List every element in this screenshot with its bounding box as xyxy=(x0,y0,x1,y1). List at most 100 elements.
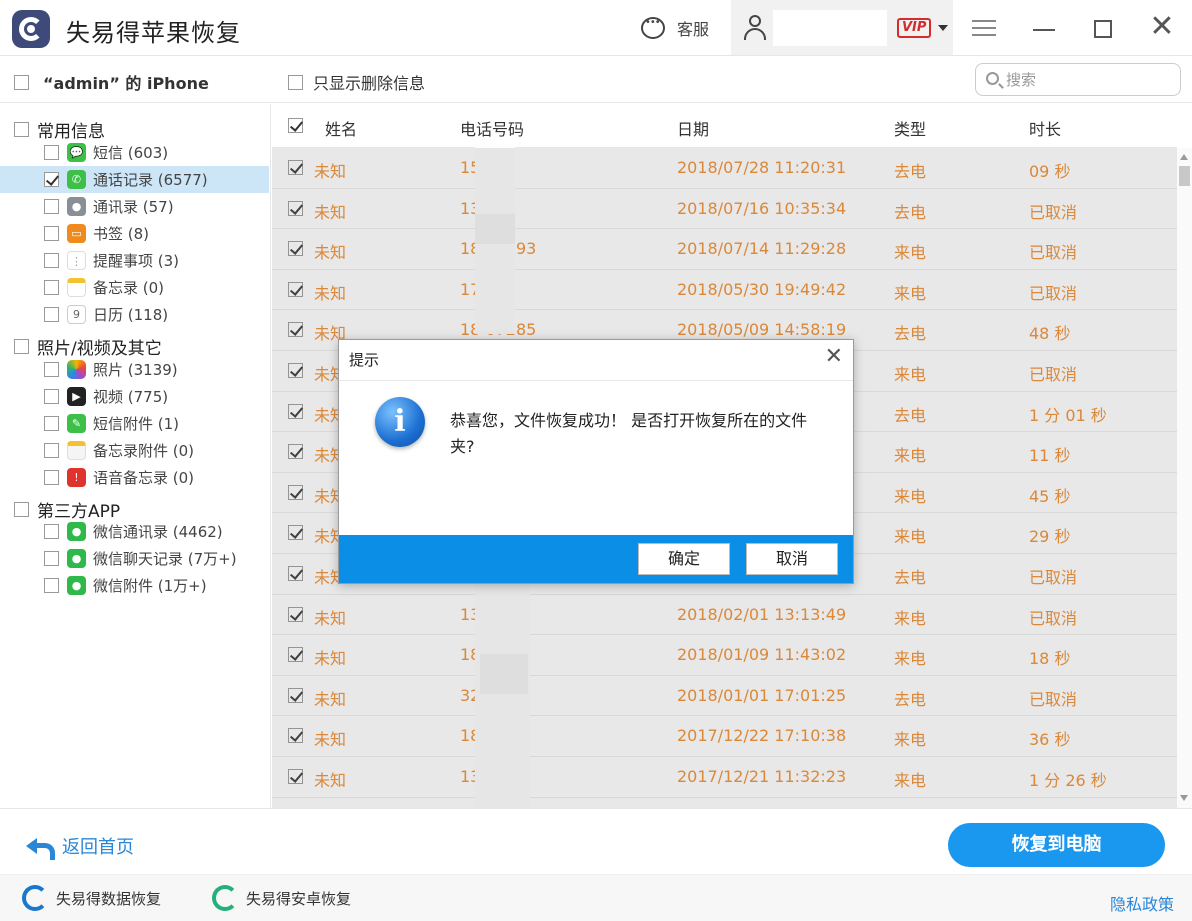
close-icon[interactable]: ✕ xyxy=(1149,12,1175,42)
item-checkbox[interactable] xyxy=(44,524,59,539)
privacy-policy-link[interactable]: 隐私政策 xyxy=(1110,891,1174,915)
scroll-down-icon[interactable] xyxy=(1180,795,1188,801)
notes-attachment-icon xyxy=(67,441,86,460)
vip-badge[interactable]: VIP xyxy=(897,18,932,38)
success-dialog: 提示 ✕ i 恭喜您，文件恢复成功！ 是否打开恢复所在的文件夹? 确定 取消 xyxy=(338,339,854,584)
scroll-thumb[interactable] xyxy=(1179,166,1190,186)
photos-icon xyxy=(67,360,86,379)
category-sidebar: 常用信息 💬 短信 (603) ✆ 通话记录 (6577) ● 通讯录 (57)… xyxy=(0,104,271,808)
group-checkbox[interactable] xyxy=(14,122,29,137)
item-checkbox[interactable] xyxy=(44,470,59,485)
wechat-contacts-icon: ● xyxy=(67,522,86,541)
confirm-button[interactable]: 确定 xyxy=(638,543,730,575)
sidebar-item-label: 书签 (8) xyxy=(93,225,150,243)
back-arrow-icon xyxy=(26,836,55,860)
contacts-icon: ● xyxy=(67,197,86,216)
sidebar-item-wechat-chats[interactable]: ● 微信聊天记录 (7万+) xyxy=(0,545,269,572)
header-phone[interactable]: 电话号码 xyxy=(460,116,524,140)
calendar-icon: 9 xyxy=(67,305,86,324)
search-box[interactable] xyxy=(975,63,1181,96)
only-deleted-checkbox[interactable] xyxy=(288,74,303,90)
device-select[interactable]: “admin” 的 iPhone xyxy=(14,70,209,94)
sidebar-item-messages[interactable]: 💬 短信 (603) xyxy=(0,139,269,166)
item-checkbox[interactable] xyxy=(44,443,59,458)
wechat-chat-icon: ● xyxy=(67,549,86,568)
item-checkbox[interactable] xyxy=(44,578,59,593)
only-deleted-toggle[interactable]: 只显示删除信息 xyxy=(288,70,425,94)
video-icon: ▶ xyxy=(67,387,86,406)
sidebar-item-notes-attachments[interactable]: 备忘录附件 (0) xyxy=(0,437,269,464)
sidebar-item-label: 短信 (603) xyxy=(93,144,169,162)
dialog-message: 恭喜您，文件恢复成功！ 是否打开恢复所在的文件夹? xyxy=(450,411,808,456)
sidebar-item-photos[interactable]: 照片 (3139) xyxy=(0,356,269,383)
sidebar-item-calendar[interactable]: 9 日历 (118) xyxy=(0,301,269,328)
sidebar-item-label: 提醒事项 (3) xyxy=(93,252,180,270)
only-deleted-label: 只显示删除信息 xyxy=(313,74,426,93)
user-icon[interactable] xyxy=(743,15,767,41)
item-checkbox[interactable] xyxy=(44,416,59,431)
item-checkbox[interactable] xyxy=(44,226,59,241)
dialog-close-icon[interactable]: ✕ xyxy=(825,344,843,369)
item-checkbox[interactable] xyxy=(44,253,59,268)
header-name[interactable]: 姓名 xyxy=(325,116,357,140)
group-checkbox[interactable] xyxy=(14,339,29,354)
sidebar-item-label: 微信通讯录 (4462) xyxy=(93,523,223,541)
sidebar-item-call-log[interactable]: ✆ 通话记录 (6577) xyxy=(0,166,269,193)
dialog-title: 提示 xyxy=(349,351,380,369)
sidebar-item-videos[interactable]: ▶ 视频 (775) xyxy=(0,383,269,410)
reminders-icon: ⋮ xyxy=(67,251,86,270)
item-checkbox[interactable] xyxy=(44,307,59,322)
data-recovery-logo-icon xyxy=(22,885,48,911)
messages-icon: 💬 xyxy=(67,143,86,162)
device-checkbox[interactable] xyxy=(14,74,29,90)
recover-to-computer-button[interactable]: 恢复到电脑 xyxy=(948,823,1165,867)
item-checkbox[interactable] xyxy=(44,389,59,404)
search-icon xyxy=(986,72,999,85)
header-date[interactable]: 日期 xyxy=(677,116,709,140)
sidebar-item-label: 视频 (775) xyxy=(93,388,169,406)
cancel-button[interactable]: 取消 xyxy=(746,543,838,575)
sidebar-item-wechat-contacts[interactable]: ● 微信通讯录 (4462) xyxy=(0,518,269,545)
user-name-field[interactable] xyxy=(773,10,887,46)
sidebar-item-contacts[interactable]: ● 通讯录 (57) xyxy=(0,193,269,220)
wechat-attachment-icon: ● xyxy=(67,576,86,595)
android-recovery-link[interactable]: 失易得安卓恢复 xyxy=(212,885,351,911)
title-bar: 失易得苹果恢复 客服 VIP ✕ xyxy=(0,0,1192,56)
item-checkbox[interactable] xyxy=(44,280,59,295)
dialog-footer: 确定 取消 xyxy=(339,535,853,583)
sidebar-item-label: 微信附件 (1万+) xyxy=(93,577,207,595)
sidebar-item-label: 微信聊天记录 (7万+) xyxy=(93,550,237,568)
sidebar-item-voice-memos[interactable]: ! 语音备忘录 (0) xyxy=(0,464,269,491)
item-checkbox[interactable] xyxy=(44,551,59,566)
item-checkbox[interactable] xyxy=(44,362,59,377)
bookmark-icon: ▭ xyxy=(67,224,86,243)
search-input[interactable] xyxy=(1006,68,1166,92)
sidebar-item-label: 短信附件 (1) xyxy=(93,415,180,433)
group-checkbox[interactable] xyxy=(14,502,29,517)
item-checkbox[interactable] xyxy=(44,172,59,187)
data-recovery-label: 失易得数据恢复 xyxy=(56,889,162,908)
table-scrollbar[interactable] xyxy=(1177,148,1192,808)
data-recovery-link[interactable]: 失易得数据恢复 xyxy=(22,885,161,911)
item-checkbox[interactable] xyxy=(44,199,59,214)
chevron-down-icon[interactable] xyxy=(938,25,948,31)
maximize-icon[interactable] xyxy=(1094,20,1112,38)
minimize-icon[interactable] xyxy=(1033,29,1055,31)
sidebar-item-notes[interactable]: 备忘录 (0) xyxy=(0,274,269,301)
back-home-link[interactable]: 返回首页 xyxy=(26,833,134,860)
footer: 失易得数据恢复 失易得安卓恢复 隐私政策 xyxy=(0,874,1192,921)
header-duration[interactable]: 时长 xyxy=(1029,116,1061,140)
sidebar-item-bookmarks[interactable]: ▭ 书签 (8) xyxy=(0,220,269,247)
sidebar-item-reminders[interactable]: ⋮ 提醒事项 (3) xyxy=(0,247,269,274)
select-all-checkbox[interactable] xyxy=(288,118,303,133)
dialog-divider xyxy=(339,380,853,381)
item-checkbox[interactable] xyxy=(44,145,59,160)
scroll-up-icon[interactable] xyxy=(1180,154,1188,160)
sidebar-item-message-attachments[interactable]: ✎ 短信附件 (1) xyxy=(0,410,269,437)
device-label: “admin” 的 iPhone xyxy=(43,74,209,93)
notes-icon xyxy=(67,278,86,297)
customer-service-button[interactable]: 客服 xyxy=(641,16,709,40)
header-type[interactable]: 类型 xyxy=(894,116,926,140)
menu-icon[interactable] xyxy=(972,20,996,36)
sidebar-item-wechat-attachments[interactable]: ● 微信附件 (1万+) xyxy=(0,572,269,599)
